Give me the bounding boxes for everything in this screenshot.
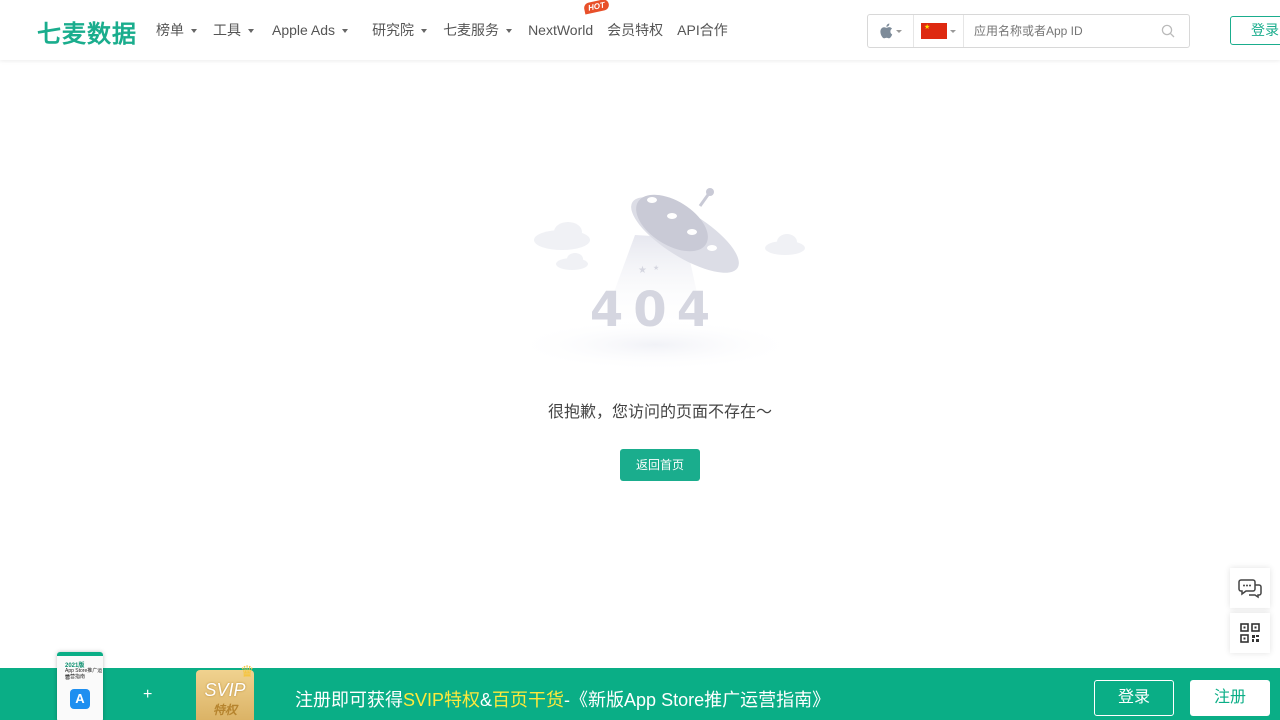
nav-item-label: 工具 xyxy=(213,22,241,38)
platform-select[interactable] xyxy=(868,15,914,47)
caret-down-icon xyxy=(421,28,428,33)
side-chat-button[interactable] xyxy=(1230,568,1270,608)
top-header: 七麦数据 榜单 工具 Apple Ads 研究院 七麦服务 NextWorld … xyxy=(0,0,1280,60)
banner-login-button[interactable]: 登录 xyxy=(1094,680,1174,716)
nav-item-label: 会员特权 xyxy=(607,22,664,38)
main-nav: 榜单 工具 Apple Ads 研究院 七麦服务 NextWorld HOT 会… xyxy=(156,0,742,60)
nav-item-api[interactable]: API合作 xyxy=(677,20,728,40)
nav-item-membership[interactable]: 会员特权 xyxy=(607,20,663,40)
nav-item-tools[interactable]: 工具 xyxy=(213,20,254,40)
crown-icon: ♛ xyxy=(240,664,255,681)
book-subtitle: 运营指南 xyxy=(65,674,86,680)
app-store-icon: A xyxy=(70,689,90,709)
caret-down-icon xyxy=(950,29,956,33)
chat-icon xyxy=(1238,579,1262,599)
guide-book-image: 2021版 App Store推广运营 运营指南 A xyxy=(57,652,103,720)
nav-item-services[interactable]: 七麦服务 xyxy=(443,20,513,40)
nav-item-nextworld[interactable]: NextWorld HOT xyxy=(528,0,610,38)
nav-item-apple-ads[interactable]: Apple Ads xyxy=(272,22,349,38)
nav-item-label: 研究院 xyxy=(372,22,415,38)
error-message: 很抱歉，您访问的页面不存在～ xyxy=(547,404,772,421)
nav-item-label: API合作 xyxy=(677,22,728,38)
svip-title: SVIP xyxy=(204,680,246,700)
svip-subtitle: 特权 xyxy=(212,703,237,717)
nav-item-label: NextWorld xyxy=(528,22,594,38)
country-select[interactable]: ★ xyxy=(914,15,964,47)
nav-item-rankings[interactable]: 榜单 xyxy=(156,20,197,40)
caret-down-icon xyxy=(342,28,349,33)
banner-register-button[interactable]: 注册 xyxy=(1190,680,1270,716)
svg-text:★: ★ xyxy=(638,265,647,276)
nav-item-research[interactable]: 研究院 xyxy=(372,20,428,40)
caret-down-icon xyxy=(896,29,902,33)
apple-icon xyxy=(880,23,893,39)
site-logo[interactable]: 七麦数据 xyxy=(37,14,137,49)
login-button[interactable]: 登录 xyxy=(1230,16,1280,45)
hot-badge: HOT xyxy=(583,0,610,15)
caret-down-icon xyxy=(191,28,197,33)
qrcode-icon xyxy=(1240,623,1260,643)
china-flag-icon: ★ xyxy=(921,23,947,39)
nav-item-label: Apple Ads xyxy=(272,22,336,38)
nav-item-label: 榜单 xyxy=(156,22,184,38)
nav-item-label: 七麦服务 xyxy=(443,22,500,38)
cloud-right xyxy=(765,234,805,255)
error-code: 404 xyxy=(590,282,720,338)
caret-down-icon xyxy=(248,28,254,33)
plus-sign: + xyxy=(143,686,153,703)
promo-text: 注册即可获得SVIP特权&百页干货-《新版App Store推广运营指南》 xyxy=(295,690,831,710)
caret-down-icon xyxy=(506,28,513,33)
search-input[interactable] xyxy=(974,24,1154,38)
ufo-404-illustration: ★ ★ 404 xyxy=(510,188,805,370)
back-home-button[interactable]: 返回首页 xyxy=(620,449,700,481)
search-icon[interactable] xyxy=(1161,24,1175,38)
search-bar: ★ xyxy=(867,14,1190,48)
side-qrcode-button[interactable] xyxy=(1230,613,1270,653)
cloud-left xyxy=(534,222,590,270)
svg-text:★: ★ xyxy=(653,264,659,272)
